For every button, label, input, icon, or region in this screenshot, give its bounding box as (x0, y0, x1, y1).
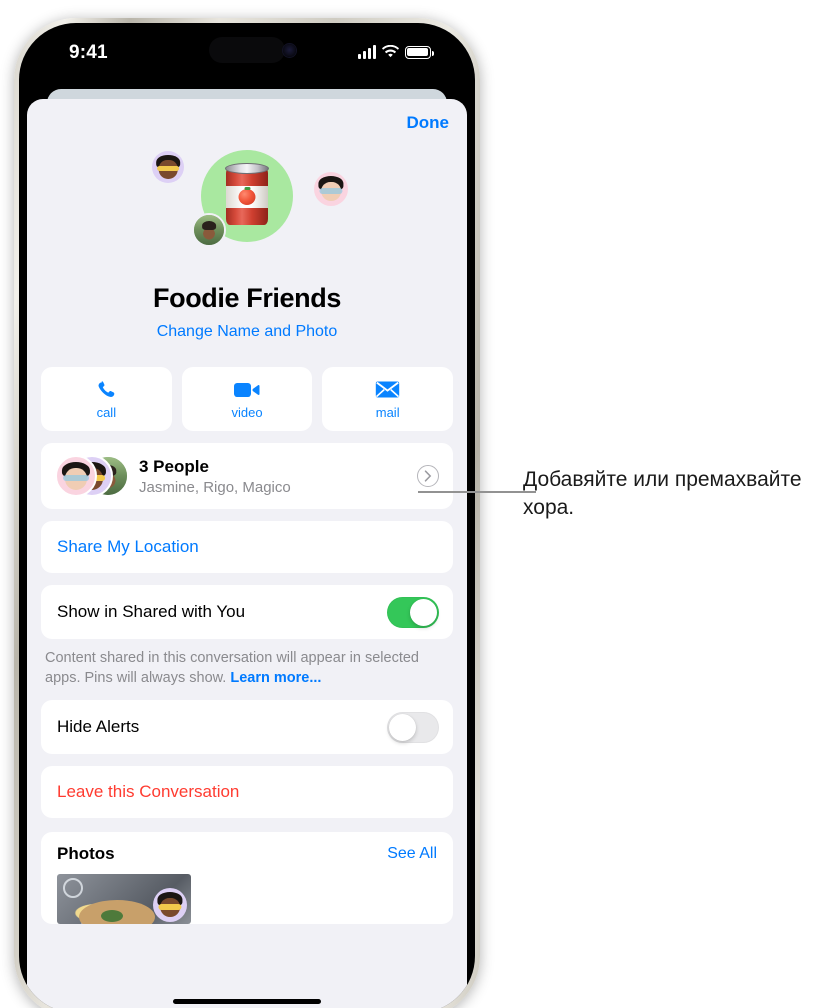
callout-leader-line (418, 491, 536, 493)
member-avatar-1 (152, 151, 184, 183)
wifi-icon (382, 45, 399, 58)
shared-with-you-card: Show in Shared with You (41, 585, 453, 639)
member-avatar-2 (314, 172, 348, 206)
shared-with-you-row[interactable]: Show in Shared with You (41, 585, 453, 639)
group-details-sheet: Done Foodie Friends Change Name and Phot… (27, 99, 467, 1008)
photos-card: Photos See All (41, 832, 453, 925)
share-my-location-row[interactable]: Share My Location (41, 521, 453, 573)
hide-alerts-toggle[interactable] (387, 711, 439, 743)
learn-more-link[interactable]: Learn more... (230, 670, 321, 686)
done-button[interactable]: Done (407, 113, 450, 133)
change-name-photo-link[interactable]: Change Name and Photo (27, 323, 467, 341)
tomato-can-emoji (225, 163, 269, 225)
dynamic-island (209, 37, 285, 63)
shared-with-you-label: Show in Shared with You (57, 602, 246, 621)
people-row[interactable]: 3 People Jasmine, Rigo, Magico (41, 443, 453, 509)
leave-conversation-row[interactable]: Leave this Conversation (41, 766, 453, 818)
group-avatar-cluster (27, 145, 467, 281)
share-location-card: Share My Location (41, 521, 453, 573)
food-photo-thumbnail[interactable] (57, 874, 191, 925)
photos-thumbnail-row (57, 874, 437, 925)
member-avatar-3 (192, 213, 226, 247)
video-camera-icon (234, 379, 260, 401)
photos-header: Photos See All (57, 844, 437, 864)
people-avatar-stack (55, 455, 129, 497)
shared-with-you-toggle[interactable] (387, 596, 439, 628)
call-button[interactable]: call (41, 367, 172, 431)
callout-text: Добавяйте или премахвайте хора. (523, 468, 802, 520)
mail-button[interactable]: mail (322, 367, 454, 431)
leave-conversation-card: Leave this Conversation (41, 766, 453, 819)
sheet-header: Done (27, 99, 467, 145)
avatar-memoji-purple (152, 151, 184, 183)
shared-with-you-footnote: Content shared in this conversation will… (45, 649, 449, 688)
signal-bars-icon (358, 45, 376, 59)
people-count: 3 People (139, 456, 209, 476)
battery-icon (405, 46, 434, 59)
avatar-memoji-pink (314, 172, 348, 206)
front-camera-icon (283, 44, 296, 57)
hide-alerts-row[interactable]: Hide Alerts (41, 700, 453, 754)
stack-avatar-pink (55, 455, 97, 497)
video-button[interactable]: video (181, 367, 313, 431)
video-label: video (231, 404, 263, 420)
phone-icon (96, 379, 117, 401)
chevron-right-icon[interactable] (417, 465, 439, 487)
page-title: Foodie Friends (153, 283, 341, 313)
screenshot-root: 9:41 Done Foodie Friends Change Name and… (0, 0, 825, 1008)
envelope-icon (375, 379, 400, 401)
people-text: 3 People Jasmine, Rigo, Magico (139, 457, 291, 496)
see-all-button[interactable]: See All (387, 845, 437, 863)
status-bar: 9:41 (19, 23, 475, 85)
hide-alerts-card: Hide Alerts (41, 700, 453, 755)
status-indicators (358, 43, 434, 59)
status-time: 9:41 (69, 42, 108, 63)
mail-label: mail (375, 404, 400, 420)
people-card: 3 People Jasmine, Rigo, Magico (41, 443, 453, 509)
hide-alerts-label: Hide Alerts (57, 717, 140, 737)
avatar-photo-green (194, 215, 224, 245)
photos-title: Photos (57, 844, 115, 864)
call-label: call (96, 404, 117, 420)
iphone-device-frame: 9:41 Done Foodie Friends Change Name and… (14, 18, 480, 1008)
quick-actions-row: call video mail (41, 367, 454, 431)
thumbnail-sender-avatar (153, 888, 187, 923)
phone-screen: 9:41 Done Foodie Friends Change Name and… (19, 23, 475, 1008)
home-indicator[interactable] (173, 999, 321, 1004)
people-names: Jasmine, Rigo, Magico (139, 478, 291, 496)
